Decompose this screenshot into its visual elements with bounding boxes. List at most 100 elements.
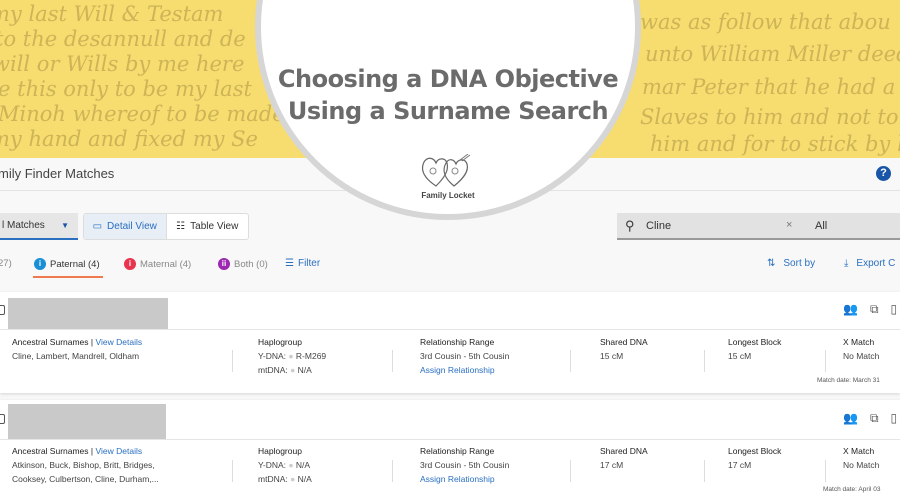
label: Shared DNA — [600, 337, 648, 347]
divider — [825, 350, 826, 372]
label: X Match — [843, 446, 875, 456]
tab-all[interactable]: 27) — [0, 258, 12, 269]
export-button[interactable]: ⤓ Export C — [844, 258, 895, 269]
redacted-name — [8, 404, 166, 439]
divider — [570, 350, 571, 372]
download-icon: ⤓ — [844, 258, 849, 269]
clear-search-icon[interactable]: × — [786, 219, 792, 231]
ydna-value: N/A — [295, 460, 311, 470]
locket-logo-icon — [421, 154, 471, 187]
detail-view-icon: ▭ — [92, 221, 103, 232]
label: Y-DNA: — [258, 351, 287, 361]
assign-relationship-link[interactable]: Assign Relationship — [420, 474, 495, 484]
match-tabs: 27) i Paternal (4) i Maternal (4) ii Both (… — [0, 255, 900, 278]
haplogroup: Haplogroup Y-DNA: ● N/A mtDNA: ● N/A — [258, 444, 312, 486]
relationship-range: Relationship Range 3rd Cousin - 5th Cousi… — [420, 335, 509, 377]
active-tab-indicator — [33, 276, 103, 278]
sort-by-button[interactable]: ⇅ Sort by — [767, 258, 815, 269]
search-value: Cline — [646, 220, 672, 232]
haplogroup: Haplogroup Y-DNA: ● R-M269 mtDNA: ● N/A — [258, 335, 326, 377]
divider — [392, 350, 393, 372]
notes-icon[interactable]: ▯ — [891, 411, 898, 426]
caret-down-icon: ▼ — [61, 221, 69, 230]
detail-view-button[interactable]: ▭ Detail View — [84, 214, 167, 239]
mtdna-value: N/A — [297, 474, 312, 484]
tab-paternal[interactable]: i Paternal (4) — [34, 258, 100, 270]
handwriting: will or Wills by me here — [0, 52, 245, 76]
sort-icon: ⇅ — [767, 258, 776, 269]
relationship-value: 3rd Cousin - 5th Cousin — [420, 460, 510, 470]
relationship-value: 3rd Cousin - 5th Cousin — [420, 351, 510, 361]
both-icon: ii — [218, 258, 230, 270]
maternal-icon: i — [124, 258, 136, 270]
shared-dna-value: 15 cM — [600, 351, 624, 361]
redacted-name — [8, 298, 168, 329]
chromosome-browser-icon[interactable]: ⧉ — [870, 302, 879, 317]
tab-both[interactable]: ii Both (0) — [218, 258, 268, 270]
x-match: X Match No Match — [843, 444, 879, 472]
label: mtDNA: — [258, 474, 288, 484]
shared-dna: Shared DNA 17 cM — [600, 444, 648, 472]
handwriting: unto William Miller deed that — [645, 42, 900, 66]
divider — [392, 460, 393, 482]
divider — [704, 350, 705, 372]
tab-all-label: 27) — [0, 258, 12, 269]
label: Longest Block — [728, 337, 782, 347]
sort-by-label: Sort by — [783, 258, 816, 269]
paternal-icon: i — [34, 258, 46, 270]
label: Ancestral Surnames — [12, 446, 89, 456]
handwriting: my hand and fixed my Se — [0, 127, 258, 151]
label: Longest Block — [728, 446, 782, 456]
shared-dna-value: 17 cM — [600, 460, 624, 470]
table-view-icon: ☷ — [176, 221, 186, 232]
table-view-label: Table View — [190, 221, 239, 232]
divider — [232, 350, 233, 372]
in-common-icon[interactable]: 👥 — [843, 411, 858, 426]
match-date: Match date: April 03 — [823, 486, 881, 493]
search-input[interactable]: ⚲ Cline × All — [617, 213, 900, 240]
notes-icon[interactable]: ▯ — [891, 302, 898, 317]
in-common-icon[interactable]: 👥 — [843, 302, 858, 317]
tab-paternal-label: Paternal (4) — [50, 258, 100, 270]
handwriting: him and for to stick by him — [650, 132, 900, 156]
logo-text: Family Locket — [421, 191, 475, 200]
label: Relationship Range — [420, 337, 495, 347]
divider — [232, 460, 233, 482]
label: Haplogroup — [258, 337, 302, 347]
assign-relationship-link[interactable]: Assign Relationship — [420, 365, 495, 375]
search-scope-select[interactable]: All — [815, 220, 827, 232]
filter-label: Filter — [297, 258, 321, 269]
label: Y-DNA: — [258, 460, 287, 470]
match-card: 👥 ⧉ ▯ Ancestral Surnames | View Details Atk… — [0, 400, 900, 500]
article-title: Choosing a DNA Objective Using a Surname … — [255, 63, 641, 127]
select-checkbox[interactable] — [0, 414, 5, 424]
label: Ancestral Surnames — [12, 337, 89, 347]
help-icon[interactable]: ? — [876, 166, 891, 181]
shared-dna: Shared DNA 15 cM — [600, 335, 648, 363]
view-details-link[interactable]: View Details — [95, 446, 142, 456]
select-checkbox[interactable] — [0, 305, 5, 315]
match-actions: 👥 ⧉ ▯ — [843, 302, 897, 317]
matches-dropdown[interactable]: l Matches ▼ — [0, 213, 78, 240]
tab-maternal[interactable]: i Maternal (4) — [124, 258, 191, 270]
divider — [704, 460, 705, 482]
divider — [0, 439, 900, 440]
x-match-value: No Match — [843, 460, 880, 470]
status-dot-icon: ● — [288, 460, 294, 470]
handwriting: mar Peter that he had a li — [642, 75, 900, 99]
label: X Match — [843, 337, 875, 347]
status-dot-icon: ● — [290, 365, 296, 375]
relationship-range: Relationship Range 3rd Cousin - 5th Cousi… — [420, 444, 509, 486]
filter-button[interactable]: ☰ Filter — [285, 258, 320, 269]
mtdna-value: N/A — [297, 365, 312, 375]
title-line: Choosing a DNA Objective — [277, 65, 619, 93]
tab-both-label: Both (0) — [234, 258, 268, 270]
chromosome-browser-icon[interactable]: ⧉ — [870, 411, 879, 426]
table-view-button[interactable]: ☷ Table View — [167, 214, 249, 239]
view-details-link[interactable]: View Details — [95, 337, 142, 347]
label: Relationship Range — [420, 446, 495, 456]
ydna-value: R-M269 — [295, 351, 327, 361]
match-actions: 👥 ⧉ ▯ — [843, 411, 897, 426]
surnames-value: Atkinson, Buck, Bishop, Britt, Bridges, — [12, 460, 155, 470]
status-dot-icon: ● — [290, 474, 296, 484]
